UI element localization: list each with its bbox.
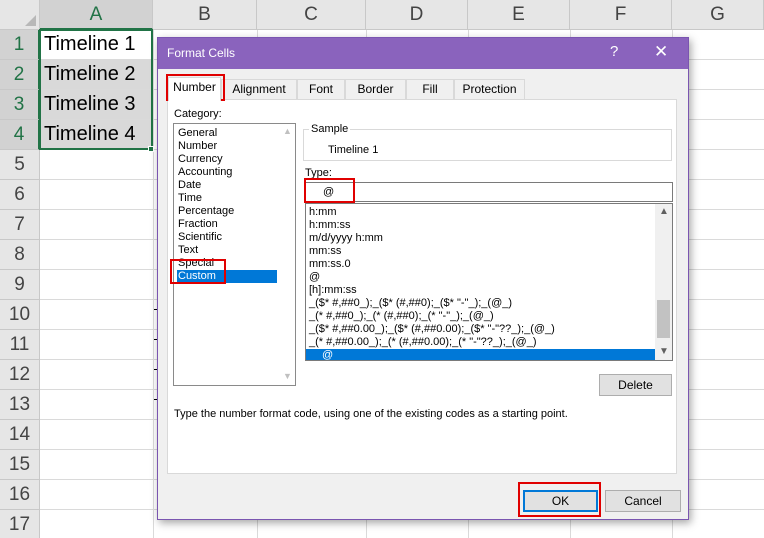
sample-value: Timeline 1: [328, 144, 379, 156]
row-header-8[interactable]: 8: [0, 240, 40, 270]
highlight-ok-button: [518, 482, 601, 517]
delete-button[interactable]: Delete: [599, 374, 672, 396]
row-header-5[interactable]: 5: [0, 150, 40, 180]
row-header-11[interactable]: 11: [0, 330, 40, 360]
tab-alignment[interactable]: Alignment: [221, 79, 297, 100]
row-header-6[interactable]: 6: [0, 180, 40, 210]
fill-handle[interactable]: [148, 146, 154, 152]
category-item-date[interactable]: Date: [177, 179, 277, 192]
column-header-g[interactable]: G: [672, 0, 764, 30]
close-button[interactable]: ✕: [654, 42, 668, 62]
highlight-type-input: [304, 178, 355, 203]
type-item[interactable]: _($* #,##0.00_);_($* (#,##0.00);_($* "-"…: [306, 323, 655, 336]
row-header-16[interactable]: 16: [0, 480, 40, 510]
tab-border[interactable]: Border: [345, 79, 406, 100]
scroll-up-icon: ▲: [283, 126, 292, 136]
type-item[interactable]: m/d/yyyy h:mm: [306, 232, 655, 245]
category-item-general[interactable]: General: [177, 127, 277, 140]
hint-text: Type the number format code, using one o…: [174, 408, 568, 420]
type-item[interactable]: @: [306, 271, 655, 284]
type-item-selected[interactable]: @: [306, 349, 655, 360]
column-header-d[interactable]: D: [366, 0, 468, 30]
row-header-4[interactable]: 4: [0, 120, 40, 150]
help-button[interactable]: ?: [610, 43, 618, 60]
category-item-text[interactable]: Text: [177, 244, 277, 257]
tab-number[interactable]: Number: [168, 77, 221, 101]
category-item-time[interactable]: Time: [177, 192, 277, 205]
type-input[interactable]: @: [305, 182, 673, 202]
cancel-button[interactable]: Cancel: [605, 490, 681, 512]
category-item-accounting[interactable]: Accounting: [177, 166, 277, 179]
scroll-down-icon[interactable]: ▼: [659, 346, 669, 357]
type-item[interactable]: _(* #,##0_);_(* (#,##0);_(* "-"_);_(@_): [306, 310, 655, 323]
scroll-down-icon: ▼: [283, 371, 292, 381]
sample-label: Sample: [309, 123, 351, 135]
row-header-1[interactable]: 1: [0, 30, 40, 60]
row-header-7[interactable]: 7: [0, 210, 40, 240]
tab-font[interactable]: Font: [297, 79, 345, 100]
category-label: Category:: [174, 108, 222, 120]
dialog-titlebar[interactable]: Format Cells ? ✕: [158, 38, 688, 69]
row-header-17[interactable]: 17: [0, 510, 40, 538]
scroll-up-icon[interactable]: ▲: [659, 206, 669, 217]
tab-protection[interactable]: Protection: [454, 79, 525, 100]
category-item-currency[interactable]: Currency: [177, 153, 277, 166]
type-item[interactable]: [h]:mm:ss: [306, 284, 655, 297]
cell-selection-border: [39, 29, 153, 150]
column-header-b[interactable]: B: [153, 0, 257, 30]
tab-fill[interactable]: Fill: [406, 79, 454, 100]
column-header-a[interactable]: A: [40, 0, 153, 30]
scrollbar-thumb[interactable]: [657, 300, 670, 338]
highlight-custom-category: [170, 259, 226, 284]
dialog-title: Format Cells: [167, 46, 236, 60]
category-item-number[interactable]: Number: [177, 140, 277, 153]
select-all-triangle-icon: [25, 15, 36, 26]
format-cells-dialog: Format Cells ? ✕ Number Alignment Font B…: [157, 37, 689, 520]
column-header-f[interactable]: F: [570, 0, 672, 30]
gridline: [153, 30, 154, 538]
type-item[interactable]: mm:ss: [306, 245, 655, 258]
type-item[interactable]: h:mm: [306, 206, 655, 219]
row-header-13[interactable]: 13: [0, 390, 40, 420]
type-item[interactable]: _(* #,##0.00_);_(* (#,##0.00);_(* "-"??_…: [306, 336, 655, 349]
row-header-15[interactable]: 15: [0, 450, 40, 480]
column-header-c[interactable]: C: [257, 0, 366, 30]
row-header-10[interactable]: 10: [0, 300, 40, 330]
type-item[interactable]: mm:ss.0: [306, 258, 655, 271]
select-all-button[interactable]: [0, 0, 40, 30]
category-scrollbar[interactable]: ▲ ▼: [279, 124, 295, 385]
category-item-fraction[interactable]: Fraction: [177, 218, 277, 231]
type-item[interactable]: h:mm:ss: [306, 219, 655, 232]
row-header-12[interactable]: 12: [0, 360, 40, 390]
column-header-e[interactable]: E: [468, 0, 570, 30]
row-header-9[interactable]: 9: [0, 270, 40, 300]
row-header-14[interactable]: 14: [0, 420, 40, 450]
category-list[interactable]: General Number Currency Accounting Date …: [173, 123, 296, 386]
row-header-2[interactable]: 2: [0, 60, 40, 90]
category-item-scientific[interactable]: Scientific: [177, 231, 277, 244]
row-header-3[interactable]: 3: [0, 90, 40, 120]
type-list[interactable]: h:mm h:mm:ss m/d/yyyy h:mm mm:ss mm:ss.0…: [305, 203, 673, 361]
type-item[interactable]: _($* #,##0_);_($* (#,##0);_($* "-"_);_(@…: [306, 297, 655, 310]
type-list-scrollbar[interactable]: ▲ ▼: [655, 204, 672, 360]
category-item-percentage[interactable]: Percentage: [177, 205, 277, 218]
